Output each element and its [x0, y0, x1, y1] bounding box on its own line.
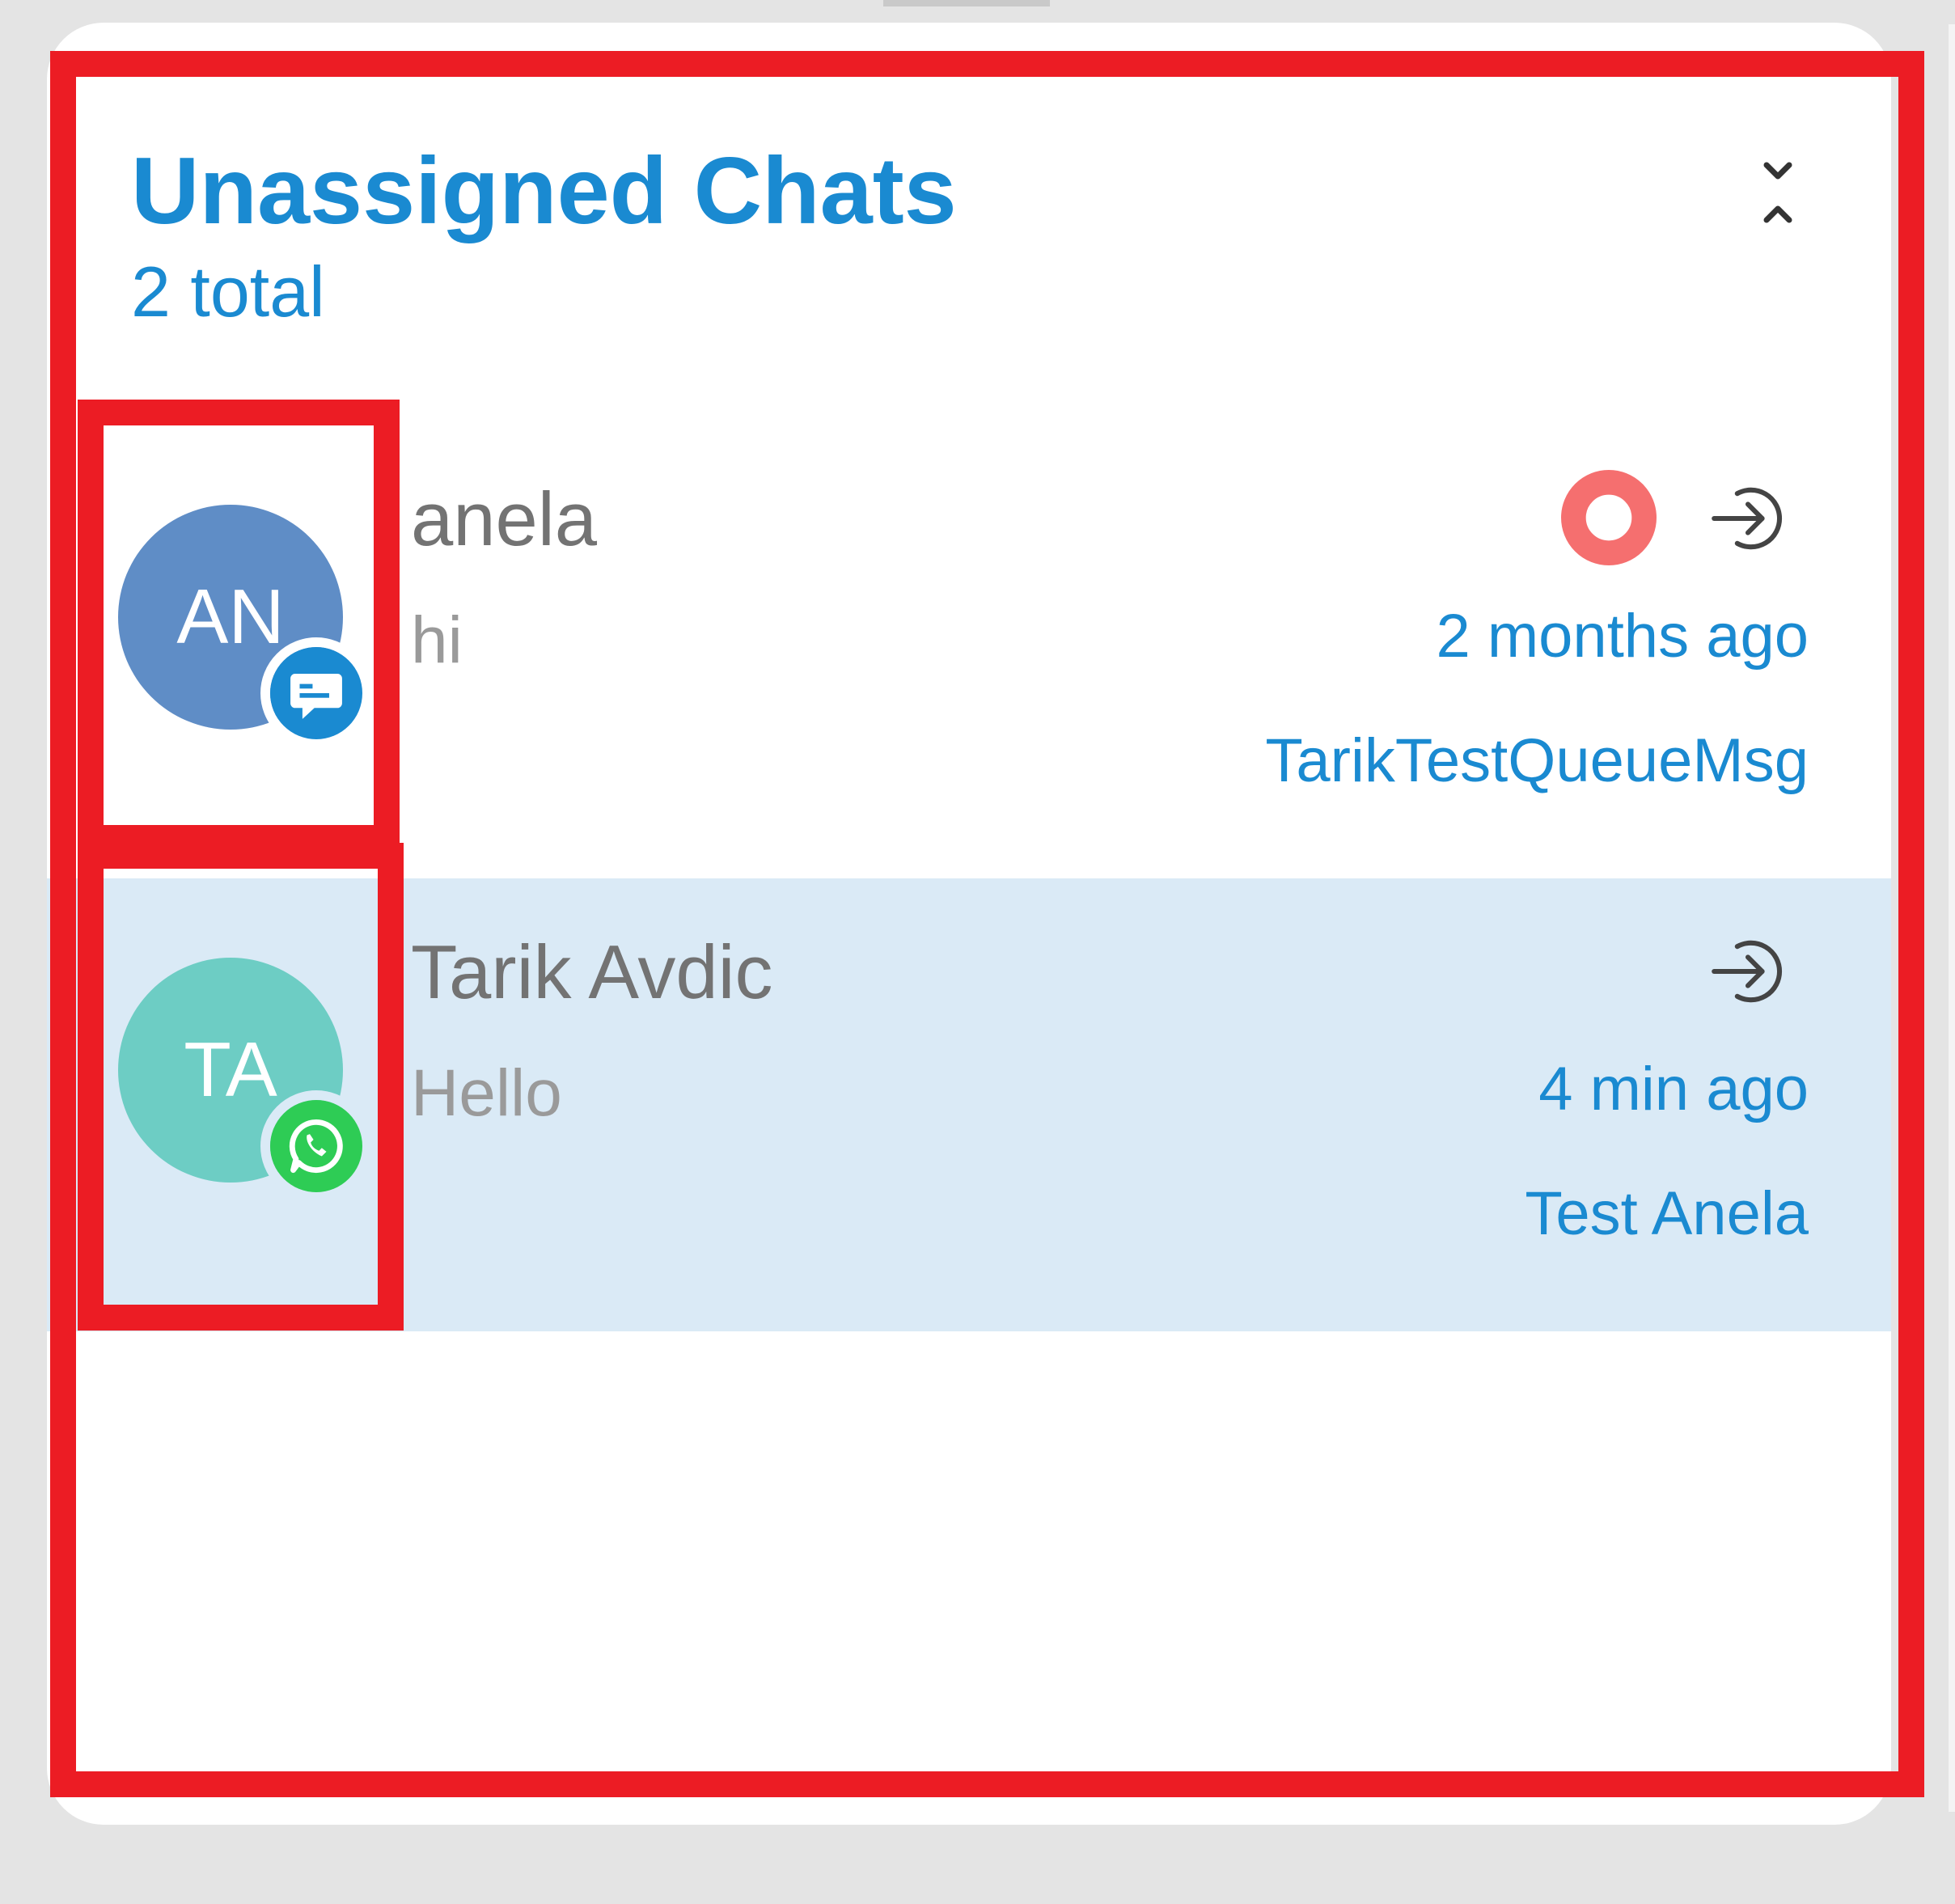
assign-chat-button[interactable]	[1703, 927, 1792, 1016]
collapse-chevrons-icon	[1763, 162, 1792, 223]
last-activity-time: 2 months ago	[1436, 602, 1809, 671]
contact-name: Tarik Avdic	[411, 929, 773, 1014]
queue-name: Test Anela	[1525, 1179, 1809, 1248]
avatar-initials: AN	[176, 573, 285, 660]
assign-chat-button[interactable]	[1703, 474, 1792, 563]
chat-channel-badge	[260, 637, 372, 749]
chat-row-tarik-avdic[interactable]: TA Tarik Avdic Hello 4 min ago Test Anel…	[47, 878, 1891, 1331]
unread-dot-icon	[1561, 470, 1657, 565]
whatsapp-icon	[270, 1100, 362, 1192]
scroll-edge	[1949, 24, 1955, 1812]
sign-in-arrow-icon	[1712, 940, 1783, 1003]
chat-bubble-icon	[270, 647, 362, 739]
queue-name: TarikTestQueueMsg	[1265, 726, 1809, 795]
sign-in-arrow-icon	[1712, 487, 1783, 550]
contact-name: anela	[411, 476, 597, 561]
last-message: hi	[411, 603, 463, 677]
top-handle	[883, 0, 1050, 6]
whatsapp-channel-badge	[260, 1090, 372, 1202]
collapse-button[interactable]	[1737, 152, 1818, 233]
unassigned-chats-panel: Unassigned Chats 2 total AN anela hi 2 m…	[47, 23, 1891, 1825]
total-count: 2 total	[131, 252, 325, 332]
avatar-initials: TA	[184, 1026, 277, 1113]
last-activity-time: 4 min ago	[1538, 1055, 1809, 1123]
unread-indicator	[1561, 470, 1657, 565]
panel-title: Unassigned Chats	[131, 138, 957, 243]
chat-row-anela[interactable]: AN anela hi 2 months ago TarikTestQueueM…	[47, 425, 1891, 878]
last-message: Hello	[411, 1056, 562, 1130]
